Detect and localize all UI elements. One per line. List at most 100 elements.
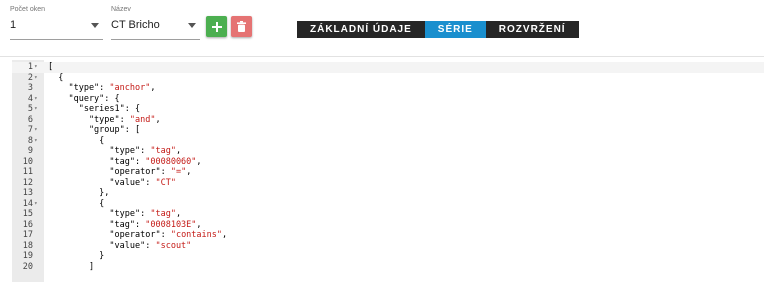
code-token: , — [155, 114, 161, 125]
window-count-select[interactable]: Počet oken 1 — [10, 6, 103, 40]
code-text: { — [48, 199, 104, 210]
name-select[interactable]: Název CT Bricho — [111, 6, 200, 40]
json-code-editor[interactable]: 1 ▾[2 ▾ {3 "type": "anchor", 4 ▾ "query": {5… — [12, 60, 764, 282]
code-line[interactable]: 5 ▾ "series1": { — [12, 104, 764, 115]
code-token: "type": — [48, 83, 110, 93]
line-number: 13 — [22, 188, 33, 198]
fold-toggle-icon[interactable]: ▾ — [34, 136, 38, 147]
code-token: ] — [48, 261, 95, 272]
code-token: "series1": { — [48, 104, 141, 114]
code-token: "operator": — [48, 230, 171, 240]
tab-serie[interactable]: SÉRIE — [424, 21, 486, 38]
line-number: 4 — [27, 93, 33, 104]
code-line[interactable]: 7 ▾ "group": [ — [12, 125, 764, 136]
code-line[interactable]: 20 ] — [12, 262, 764, 273]
line-number: 19 — [22, 251, 33, 261]
string-token: "and" — [129, 114, 156, 125]
code-text: "series1": { — [48, 104, 140, 115]
code-token: "type": — [48, 209, 151, 219]
code-text: "tag": "00080060", — [48, 156, 202, 168]
code-text: { — [48, 73, 63, 84]
line-number: 20 — [22, 261, 33, 272]
code-text: "value": "scout" — [48, 241, 191, 252]
window-count-value: 1 — [10, 19, 17, 31]
tab-zakladni-udaje[interactable]: ZÁKLADNÍ ÚDAJE — [297, 21, 425, 38]
code-line[interactable]: 19 } — [12, 251, 764, 262]
code-line[interactable]: 15 "type": "tag", — [12, 209, 764, 220]
fold-toggle-icon[interactable]: ▾ — [34, 73, 38, 84]
code-token: }, — [48, 188, 110, 198]
code-token: , — [222, 230, 228, 240]
line-number: 3 — [27, 83, 33, 93]
code-token: , — [150, 83, 156, 93]
code-token: "value": — [48, 177, 156, 188]
code-line[interactable]: 13 }, — [12, 188, 764, 199]
code-line[interactable]: 14 ▾ { — [12, 199, 764, 210]
code-line[interactable]: 8 ▾ { — [12, 136, 764, 147]
code-line[interactable]: 3 "type": "anchor", — [12, 83, 764, 94]
code-token: , — [196, 219, 202, 230]
line-number: 10 — [22, 156, 33, 167]
fold-toggle-icon[interactable]: ▾ — [34, 94, 38, 105]
delete-button[interactable] — [231, 16, 252, 37]
code-line[interactable]: 1 ▾ [ — [12, 62, 764, 73]
code-line[interactable]: 18 "value": "scout" — [12, 241, 764, 252]
code-text: "operator": "contains", — [48, 230, 227, 241]
code-line[interactable]: 4 ▾ "query": { — [12, 94, 764, 105]
name-label: Název — [111, 6, 131, 13]
line-number: 12 — [22, 177, 33, 188]
line-number: 5 — [27, 104, 33, 114]
code-text: "type": "tag", — [48, 209, 181, 220]
line-number: 2 — [27, 72, 33, 83]
add-button[interactable] — [206, 16, 227, 37]
code-token: "group": [ — [48, 125, 141, 135]
code-token: "tag": — [48, 219, 146, 230]
window-count-underline — [10, 39, 103, 40]
code-token: , — [175, 209, 182, 219]
line-number: 18 — [22, 240, 33, 251]
code-text: [ — [48, 62, 53, 73]
code-line[interactable]: 16 "tag": "0008103E", — [12, 220, 764, 231]
fold-toggle-icon[interactable]: ▾ — [34, 199, 38, 210]
code-line[interactable]: 9 "type": "tag", — [12, 146, 764, 157]
line-number: 17 — [22, 230, 33, 240]
code-token: { — [48, 135, 105, 146]
code-token: "tag": — [48, 156, 146, 167]
code-line[interactable]: 6 "type": "and", — [12, 115, 764, 126]
line-number: 15 — [22, 209, 33, 219]
fold-toggle-icon[interactable]: ▾ — [34, 62, 38, 73]
code-line[interactable]: 11 "operator": "=", — [12, 167, 764, 178]
code-line[interactable]: 17 "operator": "contains", — [12, 230, 764, 241]
line-number: 1 — [27, 62, 33, 72]
code-token: , — [175, 146, 182, 156]
code-text: "type": "and", — [48, 115, 161, 126]
string-token: "anchor" — [109, 83, 151, 93]
string-token: "tag" — [150, 146, 176, 156]
code-text: "query": { — [48, 94, 119, 105]
name-value: CT Bricho — [111, 19, 160, 31]
code-line[interactable]: 12 "value": "CT" — [12, 178, 764, 189]
name-underline — [111, 39, 200, 40]
code-text: "operator": "=", — [48, 167, 191, 178]
toolbar: Počet oken 1 Název CT Bricho ZÁKLADNÍ ÚD… — [0, 0, 764, 56]
string-token: "CT" — [155, 177, 176, 188]
code-text: "type": "anchor", — [48, 83, 156, 94]
tab-rozvrzeni[interactable]: ROZVRŽENÍ — [486, 21, 579, 38]
window-count-label: Počet oken — [10, 6, 46, 13]
fold-toggle-icon[interactable]: ▾ — [34, 104, 38, 115]
code-line[interactable]: 10 "tag": "00080060", — [12, 157, 764, 168]
string-token: "=" — [170, 167, 187, 177]
code-text: "group": [ — [48, 125, 140, 136]
code-line[interactable]: 2 ▾ { — [12, 73, 764, 84]
code-token: "type": — [48, 146, 151, 156]
string-token: "tag" — [150, 209, 176, 219]
code-token: , — [196, 156, 202, 167]
line-number: 6 — [27, 114, 33, 125]
string-token: "scout" — [155, 240, 192, 251]
line-number: 7 — [27, 125, 33, 135]
string-token: "00080060" — [145, 156, 197, 167]
code-token: [ — [48, 62, 54, 72]
code-text: ] — [48, 262, 94, 273]
fold-toggle-icon[interactable]: ▾ — [34, 125, 38, 136]
code-token: } — [48, 251, 105, 261]
